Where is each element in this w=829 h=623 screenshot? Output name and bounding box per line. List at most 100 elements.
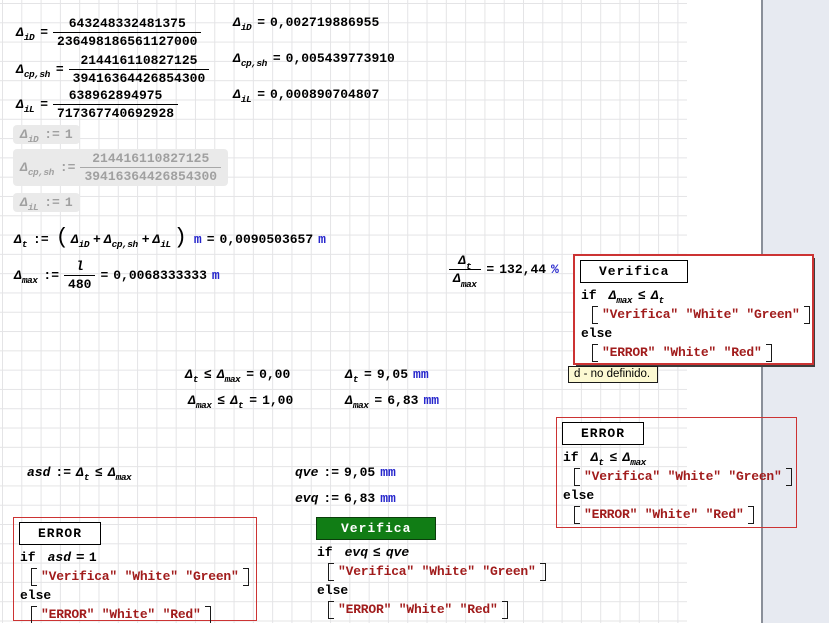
var-subscript: max	[196, 400, 212, 411]
equals-operator: =	[95, 268, 113, 283]
string-list: "Verifica" "White" "Green"	[584, 469, 782, 484]
assign-operator: :=	[39, 127, 65, 142]
else-branch-line: "ERROR" "White" "Red"	[574, 506, 796, 523]
equation-delta-iD-fraction[interactable]: ΔiD = 643248332481375 236498186561127000	[16, 16, 201, 49]
var-symbol: Δ	[345, 367, 353, 382]
le-operator: ≤	[212, 393, 230, 408]
else-keyword: else	[581, 326, 612, 341]
program-result-button-green[interactable]: Verifica	[316, 517, 436, 540]
result-delta-cpsh[interactable]: Δcp,sh = 0,005439773910	[233, 51, 395, 66]
var-subscript: cp,sh	[28, 167, 54, 178]
equation-delta-t-total[interactable]: Δt := ( ΔiD + Δcp,sh + ΔiL ) m = 0,00905…	[14, 228, 326, 250]
comparison-dmax-le-dt[interactable]: Δmax ≤ Δt = 1,00	[188, 393, 293, 408]
denominator: 480	[64, 275, 95, 292]
var-symbol: Δ	[345, 393, 353, 408]
equation-delta-max[interactable]: Δmax := l 480 = 0,0068333333 m	[14, 259, 220, 292]
var-subscript: max	[353, 400, 369, 411]
numerator: 638962894975	[65, 88, 167, 104]
var-symbol: Δ	[71, 232, 79, 247]
equals-operator: =	[252, 15, 270, 30]
var-symbol: Δ	[108, 465, 116, 480]
var-symbol: Δ	[591, 450, 599, 465]
result-value: 0,0068333333	[113, 268, 207, 283]
denominator: 717367740692928	[53, 104, 178, 121]
program-block-verifica-green[interactable]: Verifica if evq ≤ qve "Verifica" "White"…	[311, 513, 563, 621]
plus-operator: +	[139, 232, 153, 247]
var-symbol: Δ	[16, 25, 24, 40]
equation-ratio-percent[interactable]: Δt Δmax = 132,44 %	[449, 253, 559, 286]
definition-asd[interactable]: asd := Δt ≤ Δmax	[27, 465, 132, 480]
if-keyword: if	[581, 288, 597, 303]
definition-delta-iL-disabled[interactable]: ΔiL := 1	[13, 193, 80, 212]
var-symbol: Δ	[14, 232, 22, 247]
equals-operator: =	[35, 25, 53, 40]
if-condition-line: if Δmax ≤ Δt	[581, 287, 812, 304]
open-paren: (	[54, 227, 71, 249]
program-block-error-right[interactable]: ERROR if Δt ≤ Δmax "Verifica" "White" "G…	[556, 417, 797, 528]
result-delta-iL[interactable]: ΔiL = 0,000890704807	[233, 87, 379, 102]
result-value: 0,00	[259, 367, 290, 382]
var-subscript: t	[466, 261, 471, 272]
var-symbol: Δ	[104, 232, 112, 247]
var-subscript: t	[353, 374, 358, 385]
else-branch-line: "ERROR" "White" "Red"	[31, 606, 256, 623]
assign-operator: :=	[55, 160, 81, 175]
if-condition-line: if asd = 1	[20, 549, 256, 566]
numerator: 214416110827125	[76, 53, 201, 69]
result-dmax-mm[interactable]: Δmax = 6,83 mm	[345, 393, 439, 408]
equation-delta-iL-fraction[interactable]: ΔiL = 638962894975 717367740692928	[16, 88, 178, 121]
program-result-button[interactable]: ERROR	[19, 522, 101, 545]
program-result-button[interactable]: ERROR	[562, 422, 644, 445]
bracket-open-icon	[574, 468, 580, 486]
var-symbol: Δ	[217, 367, 225, 382]
else-keyword: else	[317, 583, 348, 598]
var-symbol: Δ	[20, 127, 28, 142]
denominator: 39416364426854300	[69, 69, 210, 86]
var-subscript: cp,sh	[241, 58, 267, 69]
fraction: l 480	[64, 259, 95, 292]
assign-operator: :=	[38, 268, 64, 283]
definition-qve[interactable]: qve := 9,05 mm	[295, 465, 396, 480]
equals-operator: =	[51, 62, 69, 77]
equals-operator: =	[481, 262, 499, 277]
string-list: "ERROR" "White" "Red"	[584, 507, 744, 522]
definition-delta-cpsh-disabled[interactable]: Δcp,sh := 214416110827125 39416364426854…	[13, 149, 228, 186]
result-delta-iD[interactable]: ΔiD = 0,002719886955	[233, 15, 379, 30]
fraction: 643248332481375 236498186561127000	[53, 16, 201, 49]
equation-delta-cpsh-fraction[interactable]: Δcp,sh = 214416110827125 394163644268543…	[16, 53, 209, 86]
bracket-open-icon	[592, 306, 598, 324]
numerator: 643248332481375	[65, 16, 190, 32]
comparison-dt-le-dmax[interactable]: Δt ≤ Δmax = 0,00	[185, 367, 290, 382]
var-symbol: Δ	[20, 195, 28, 210]
then-branch-line: "Verifica" "White" "Green"	[31, 568, 256, 585]
definition-delta-iD-disabled[interactable]: ΔiD := 1	[13, 125, 80, 144]
var-symbol: Δ	[458, 253, 466, 268]
result-value: 0,000890704807	[270, 87, 379, 102]
program-result-button[interactable]: Verifica	[580, 260, 688, 283]
denominator: 236498186561127000	[53, 32, 201, 49]
string-list: "ERROR" "White" "Red"	[41, 607, 201, 622]
program-block-error-left[interactable]: ERROR if asd = 1 "Verifica" "White" "Gre…	[13, 517, 257, 621]
var-subscript: iD	[28, 134, 38, 145]
result-dt-mm[interactable]: Δt = 9,05 mm	[345, 367, 429, 382]
program-block-verifica-selected[interactable]: Verifica if Δmax ≤ Δt "Verifica" "White"…	[573, 254, 814, 365]
string-list: "ERROR" "White" "Red"	[338, 602, 498, 617]
else-line: else	[581, 325, 812, 342]
then-branch-line: "Verifica" "White" "Green"	[574, 468, 796, 485]
assign-operator: :=	[50, 465, 76, 480]
bracket-close-icon	[243, 568, 249, 586]
var-subscript: max	[616, 295, 632, 306]
equals-operator: =	[241, 367, 259, 382]
result-value: 6,83	[387, 393, 418, 408]
string-list: "ERROR" "White" "Red"	[602, 345, 762, 360]
if-keyword: if	[20, 550, 36, 565]
fraction: 214416110827125 39416364426854300	[69, 53, 210, 86]
plus-operator: +	[90, 232, 104, 247]
numerator: Δt	[454, 253, 476, 269]
definition-evq[interactable]: evq := 6,83 mm	[295, 491, 396, 506]
le-operator: ≤	[90, 465, 108, 480]
var-subscript: t	[193, 374, 198, 385]
tooltip-text: d - no definido.	[574, 368, 650, 380]
string-list: "Verifica" "White" "Green"	[41, 569, 239, 584]
var-symbol: Δ	[185, 367, 193, 382]
